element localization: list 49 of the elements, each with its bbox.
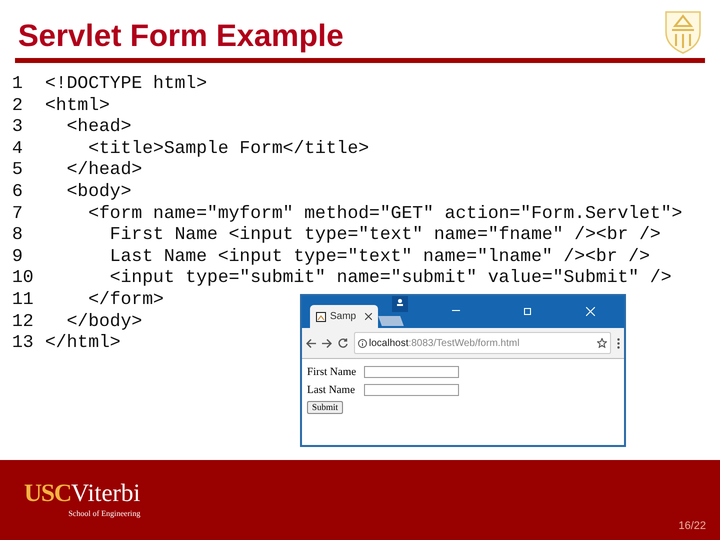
logo-subtitle: School of Engineering — [68, 508, 140, 520]
code-line: </html> — [44, 333, 121, 355]
user-icon[interactable] — [392, 296, 408, 312]
browser-tab[interactable]: Samp — [310, 305, 378, 328]
maximize-icon[interactable] — [524, 308, 531, 315]
code-line: </form> — [87, 290, 164, 312]
page-icon — [316, 312, 326, 322]
line-number: 11 — [11, 290, 33, 312]
field-label: Last Name — [307, 382, 356, 398]
logo-text: USC — [24, 480, 72, 508]
line-number: 6 — [11, 182, 24, 204]
line-number: 3 — [11, 117, 24, 139]
star-icon[interactable] — [597, 338, 607, 348]
line-number: 10 — [11, 268, 33, 290]
back-icon[interactable] — [306, 338, 316, 348]
line-number: 12 — [11, 312, 33, 334]
field-label: First Name — [307, 365, 358, 380]
line-number: 7 — [11, 204, 24, 226]
close-icon[interactable] — [365, 313, 372, 320]
url-text: localhost:8083/TestWeb/form.html — [369, 336, 520, 350]
code-line: <head> — [66, 117, 132, 139]
line-number: 1 — [11, 74, 24, 96]
line-number: 4 — [11, 138, 24, 160]
line-number: 13 — [11, 333, 33, 355]
code-line: <body> — [66, 182, 132, 204]
menu-icon[interactable] — [617, 338, 620, 348]
code-line: <html> — [44, 96, 110, 118]
line-number: 5 — [11, 160, 24, 182]
address-bar[interactable]: localhost:8083/TestWeb/form.html — [354, 332, 611, 354]
line-number: 9 — [11, 246, 24, 268]
code-line: </body> — [66, 312, 142, 334]
logo-text: Viterbi — [71, 480, 140, 508]
code-line: </head> — [66, 160, 142, 182]
reload-icon[interactable] — [338, 338, 348, 348]
code-line: <title>Sample Form</title> — [87, 138, 370, 160]
text-input[interactable] — [364, 366, 459, 378]
slide-title: Servlet Form Example — [18, 17, 344, 55]
line-number: 8 — [11, 225, 24, 247]
code-line: <!DOCTYPE html> — [44, 74, 208, 96]
page-number: 16/22 — [678, 519, 706, 534]
info-icon — [358, 338, 367, 348]
forward-icon[interactable] — [322, 338, 332, 348]
code-line: Last Name <input type="text" name="lname" /><br /> — [108, 246, 650, 268]
code-line: First Name <input type="text" name="fname" /><br /> — [108, 225, 661, 247]
line-number: 2 — [11, 96, 24, 118]
text-input[interactable] — [364, 384, 459, 396]
code-line: <form name="myform" method="GET" action="Form.Servlet"> — [87, 204, 682, 226]
submit-button[interactable]: Submit — [307, 401, 344, 414]
code-line: <input type="submit" name="submit" value="Submit" /> — [108, 268, 672, 290]
